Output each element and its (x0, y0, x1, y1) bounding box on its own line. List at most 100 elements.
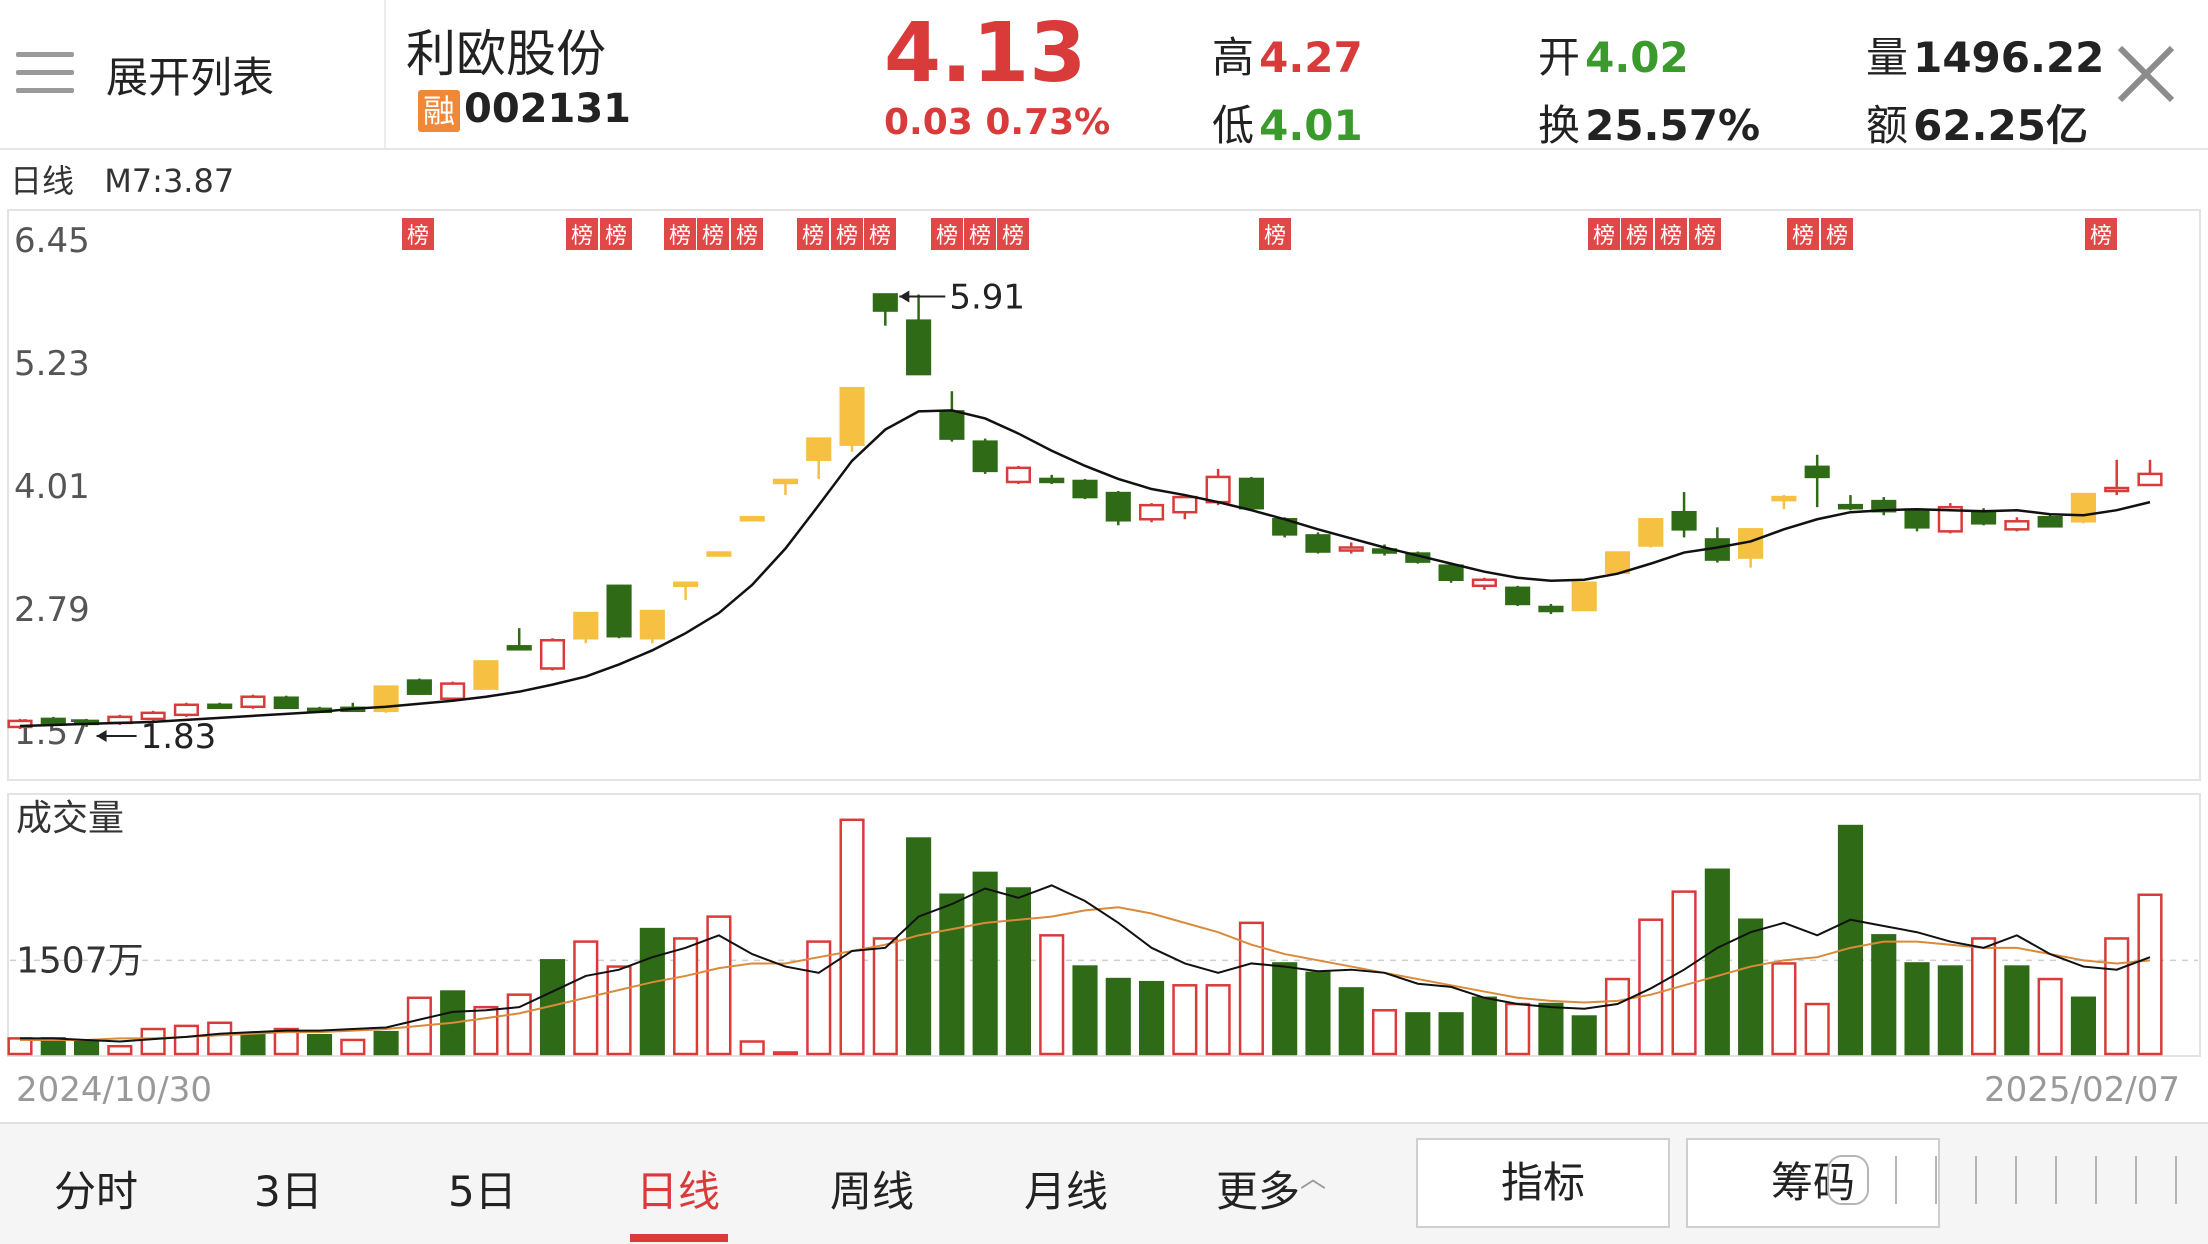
scroll-handle-icon[interactable] (1826, 1150, 2196, 1210)
volume-bar (673, 937, 699, 1056)
end-date: 2025/02/07 (1984, 1070, 2180, 1110)
candle-body (1105, 491, 1131, 522)
candle-body (673, 581, 699, 588)
volume-bar (706, 915, 732, 1056)
stat-low-label: 低 (1212, 101, 1255, 150)
bang-label: 榜 (1002, 224, 1024, 249)
candle-body (1138, 503, 1165, 521)
current-price: 4.13 (884, 6, 1087, 101)
candle-body (240, 695, 266, 709)
candle-body (1238, 477, 1264, 510)
candle-body (1438, 564, 1464, 582)
candle-body (1039, 477, 1065, 484)
volume-bar (1904, 962, 1930, 1056)
volume-bar (140, 1027, 166, 1056)
stat-volume: 量 1496.22 (1866, 24, 2104, 85)
volume-bar (1205, 984, 1231, 1056)
stat-volume-value: 1496.22 (1913, 33, 2105, 82)
min-price-label: 1.83 (141, 717, 217, 757)
bang-label: 榜 (571, 224, 593, 249)
tab-weekly[interactable]: 周线 (830, 1158, 914, 1219)
candle-body (606, 584, 632, 638)
indicator-button[interactable]: 指标 (1416, 1138, 1670, 1228)
bang-label: 榜 (605, 224, 627, 249)
stat-amount-value: 62.25亿 (1913, 101, 2088, 150)
volume-bar (1738, 918, 1764, 1056)
active-tab-indicator (630, 1234, 728, 1242)
volume-bar (107, 1044, 133, 1056)
stat-high-value: 4.27 (1259, 33, 1363, 82)
volume-bar (1471, 996, 1497, 1056)
volume-bar (1571, 1015, 1597, 1056)
volume-bar (1638, 918, 1664, 1056)
volume-bar (739, 1040, 765, 1056)
volume-bar (1871, 934, 1897, 1056)
candle-body (1072, 479, 1098, 499)
tab-daily[interactable]: 日线 (636, 1158, 720, 1219)
ma-readout: M7:3.87 (104, 162, 235, 200)
volume-bar (839, 818, 865, 1056)
candle-body (1971, 509, 1997, 525)
volume-level-label: 1507万 (16, 940, 144, 981)
tab-monthly[interactable]: 月线 (1024, 1158, 1108, 1219)
volume-bar (1138, 980, 1165, 1056)
candle-body (440, 682, 466, 700)
tab-intraday[interactable]: 分时 (54, 1158, 138, 1219)
stock-code: 002131 (464, 86, 631, 132)
y-axis-label: 2.79 (14, 590, 90, 630)
volume-bar (1937, 965, 1963, 1056)
stat-turnover-value: 25.57% (1585, 101, 1761, 150)
volume-bar (1272, 962, 1298, 1056)
volume-bar (1338, 987, 1364, 1056)
volume-bar (1837, 824, 1864, 1056)
candle-body (739, 516, 765, 522)
bang-label: 榜 (1264, 224, 1286, 249)
chart-info: 日线 M7:3.87 (10, 156, 234, 202)
tab-5day[interactable]: 5日 (448, 1158, 517, 1219)
bang-label: 榜 (2090, 224, 2112, 249)
candle-body (639, 609, 665, 640)
tab-3day[interactable]: 3日 (254, 1158, 323, 1219)
candle-body (2004, 520, 2030, 531)
candle-body (1338, 546, 1364, 552)
expand-list-button[interactable]: 展开列表 (0, 0, 386, 148)
volume-bar (639, 927, 665, 1056)
volume-bar (2037, 977, 2063, 1056)
candle-body (1172, 495, 1198, 514)
stat-open: 开 4.02 (1538, 24, 1689, 85)
max-price-label: 5.91 (949, 277, 1025, 317)
candle-body (1205, 475, 1231, 504)
volume-bar (1604, 977, 1631, 1056)
candle-body (1638, 518, 1664, 547)
candle-body (1005, 466, 1032, 484)
volume-bar (1172, 984, 1198, 1056)
candle-body (906, 319, 932, 376)
volume-bar (73, 1040, 100, 1056)
chart-frame (7, 209, 2201, 781)
candle-body (207, 703, 233, 710)
candle-body (939, 410, 965, 440)
tab-more[interactable]: 更多︿ (1216, 1158, 1326, 1219)
volume-chart[interactable]: 成交量 1507万 (0, 790, 2208, 1062)
candle-body (406, 679, 432, 695)
volume-bar (1438, 1012, 1464, 1056)
volume-bar (473, 1005, 499, 1056)
bang-label: 榜 (1694, 224, 1716, 249)
stat-amount: 额 62.25亿 (1866, 92, 2088, 153)
candlestick-chart[interactable]: 6.455.234.012.791.57 榜榜榜榜榜榜榜榜榜榜榜榜榜榜榜榜榜榜榜… (0, 200, 2208, 784)
candle-body (573, 611, 599, 640)
bang-label: 榜 (407, 224, 429, 249)
volume-bar (1005, 887, 1032, 1056)
close-icon[interactable] (2116, 44, 2176, 104)
volume-bar (173, 1024, 199, 1056)
candle-body (806, 437, 832, 462)
candle-body (2104, 486, 2130, 493)
candle-body (473, 660, 499, 690)
stat-turnover: 换 25.57% (1538, 92, 1760, 153)
candle-body (706, 551, 732, 557)
candle-body (2137, 472, 2163, 487)
volume-bar (373, 1030, 399, 1056)
candle-body (1604, 551, 1631, 574)
volume-bar (1072, 965, 1098, 1056)
stat-low: 低 4.01 (1212, 92, 1363, 153)
